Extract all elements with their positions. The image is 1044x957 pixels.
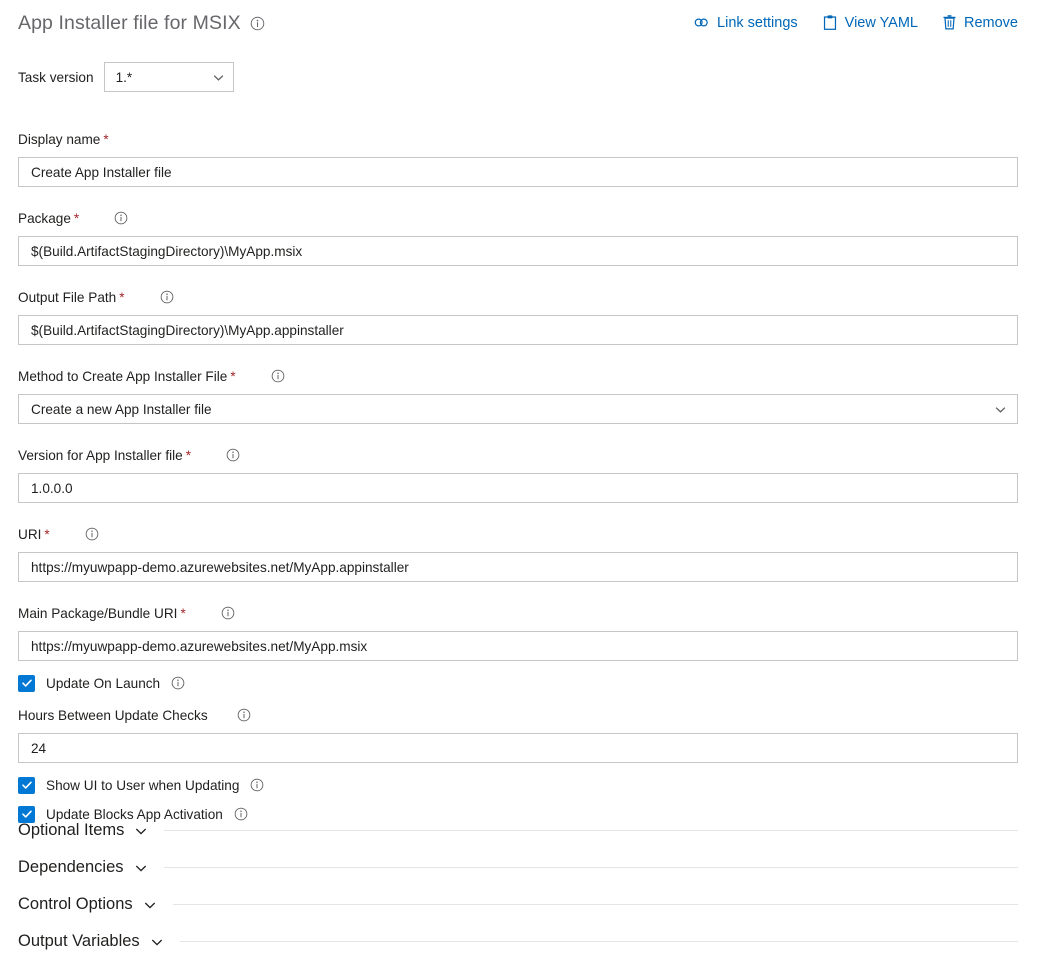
- display-name-label-row: Display name *: [18, 128, 1018, 150]
- field-uri: URI *: [18, 523, 1018, 582]
- output-file-path-label: Output File Path *: [18, 289, 125, 305]
- task-version-label: Task version: [18, 69, 94, 85]
- method-label: Method to Create App Installer File *: [18, 368, 236, 384]
- field-display-name: Display name *: [18, 128, 1018, 187]
- method-select[interactable]: Create a new App Installer file: [18, 394, 1018, 424]
- remove-label: Remove: [964, 14, 1018, 31]
- chevron-down-icon: [143, 898, 157, 912]
- task-version-value: 1.*: [115, 69, 133, 85]
- section-control-options-label: Control Options: [18, 895, 133, 913]
- package-label-row: Package *: [18, 207, 1018, 229]
- collapsible-sections: Optional Items Dependencies Control Opti…: [18, 812, 1018, 957]
- chevron-down-icon: [994, 403, 1007, 416]
- link-icon: [693, 14, 710, 31]
- page-header: App Installer file for MSIX Link setting…: [0, 0, 1044, 52]
- uri-label: URI *: [18, 526, 50, 542]
- main-package-uri-label: Main Package/Bundle URI *: [18, 605, 186, 621]
- version-label: Version for App Installer file *: [18, 447, 192, 463]
- link-settings-label: Link settings: [717, 14, 798, 31]
- section-dependencies[interactable]: Dependencies: [18, 849, 1018, 886]
- link-settings-button[interactable]: Link settings: [693, 14, 798, 31]
- info-icon[interactable]: [250, 16, 265, 31]
- view-yaml-button[interactable]: View YAML: [822, 14, 918, 31]
- page-title: App Installer file for MSIX: [18, 12, 241, 34]
- field-output-file-path: Output File Path *: [18, 286, 1018, 345]
- task-settings-form: Display name* Package*: [18, 128, 1018, 826]
- section-output-variables[interactable]: Output Variables: [18, 923, 1018, 957]
- version-input[interactable]: [18, 473, 1018, 503]
- uri-input[interactable]: [18, 552, 1018, 582]
- clipboard-icon: [822, 14, 838, 31]
- field-hours-between-checks: Hours Between Update Checks: [18, 704, 1018, 763]
- info-icon[interactable]: [221, 606, 235, 620]
- title-area: App Installer file for MSIX: [18, 12, 265, 35]
- update-on-launch-label: Update On Launch: [46, 675, 161, 691]
- uri-label-row: URI *: [18, 523, 1018, 545]
- info-icon[interactable]: [226, 448, 240, 462]
- method-value: Create a new App Installer file: [31, 401, 212, 417]
- task-version-select[interactable]: 1.*: [103, 62, 234, 92]
- package-label: Package *: [18, 210, 80, 226]
- package-input[interactable]: [18, 236, 1018, 266]
- hours-between-checks-input[interactable]: [18, 733, 1018, 763]
- info-icon[interactable]: [271, 369, 285, 383]
- update-on-launch-checkbox[interactable]: [18, 674, 35, 692]
- checkbox-row-show-ui: Show UI to User when Updating: [18, 773, 1018, 797]
- section-optional-items-label: Optional Items: [18, 821, 125, 839]
- section-divider: [179, 941, 1018, 942]
- section-divider: [172, 904, 1018, 905]
- task-editor-page: App Installer file for MSIX Link setting…: [0, 0, 1044, 957]
- show-ui-checkbox[interactable]: [18, 776, 35, 794]
- info-icon[interactable]: [85, 527, 99, 541]
- chevron-down-icon: [150, 935, 164, 949]
- field-version: Version for App Installer file *: [18, 444, 1018, 503]
- section-divider: [164, 830, 1018, 831]
- main-package-uri-label-row: Main Package/Bundle URI *: [18, 602, 1018, 624]
- display-name-label: Display name *: [18, 131, 109, 147]
- chevron-down-icon: [212, 71, 225, 84]
- header-toolbar: Link settings View YAML Remove: [693, 14, 1018, 31]
- info-icon[interactable]: [237, 708, 251, 722]
- section-divider: [163, 867, 1018, 868]
- chevron-down-icon: [134, 861, 148, 875]
- display-name-input[interactable]: [18, 157, 1018, 187]
- show-ui-label: Show UI to User when Updating: [46, 777, 240, 793]
- checkbox-row-update-on-launch: Update On Launch: [18, 671, 1018, 695]
- output-file-path-input[interactable]: [18, 315, 1018, 345]
- info-icon[interactable]: [114, 211, 128, 225]
- section-output-variables-label: Output Variables: [18, 932, 140, 950]
- field-package: Package *: [18, 207, 1018, 266]
- task-version-row: Task version 1.*: [18, 62, 234, 92]
- info-icon[interactable]: [160, 290, 174, 304]
- hours-between-checks-label: Hours Between Update Checks: [18, 707, 208, 723]
- output-file-path-label-row: Output File Path *: [18, 286, 1018, 308]
- field-method: Method to Create App Installer File * Cre…: [18, 365, 1018, 424]
- main-package-uri-input[interactable]: [18, 631, 1018, 661]
- remove-button[interactable]: Remove: [942, 14, 1018, 31]
- hours-between-checks-label-row: Hours Between Update Checks: [18, 704, 1018, 726]
- view-yaml-label: View YAML: [844, 14, 918, 31]
- version-label-row: Version for App Installer file *: [18, 444, 1018, 466]
- trash-icon: [942, 14, 957, 31]
- section-dependencies-label: Dependencies: [18, 858, 124, 876]
- method-label-row: Method to Create App Installer File *: [18, 365, 1018, 387]
- info-icon[interactable]: [171, 676, 185, 690]
- info-icon[interactable]: [250, 778, 264, 792]
- field-main-package-uri: Main Package/Bundle URI *: [18, 602, 1018, 661]
- section-optional-items[interactable]: Optional Items: [18, 812, 1018, 849]
- chevron-down-icon: [134, 824, 148, 838]
- section-control-options[interactable]: Control Options: [18, 886, 1018, 923]
